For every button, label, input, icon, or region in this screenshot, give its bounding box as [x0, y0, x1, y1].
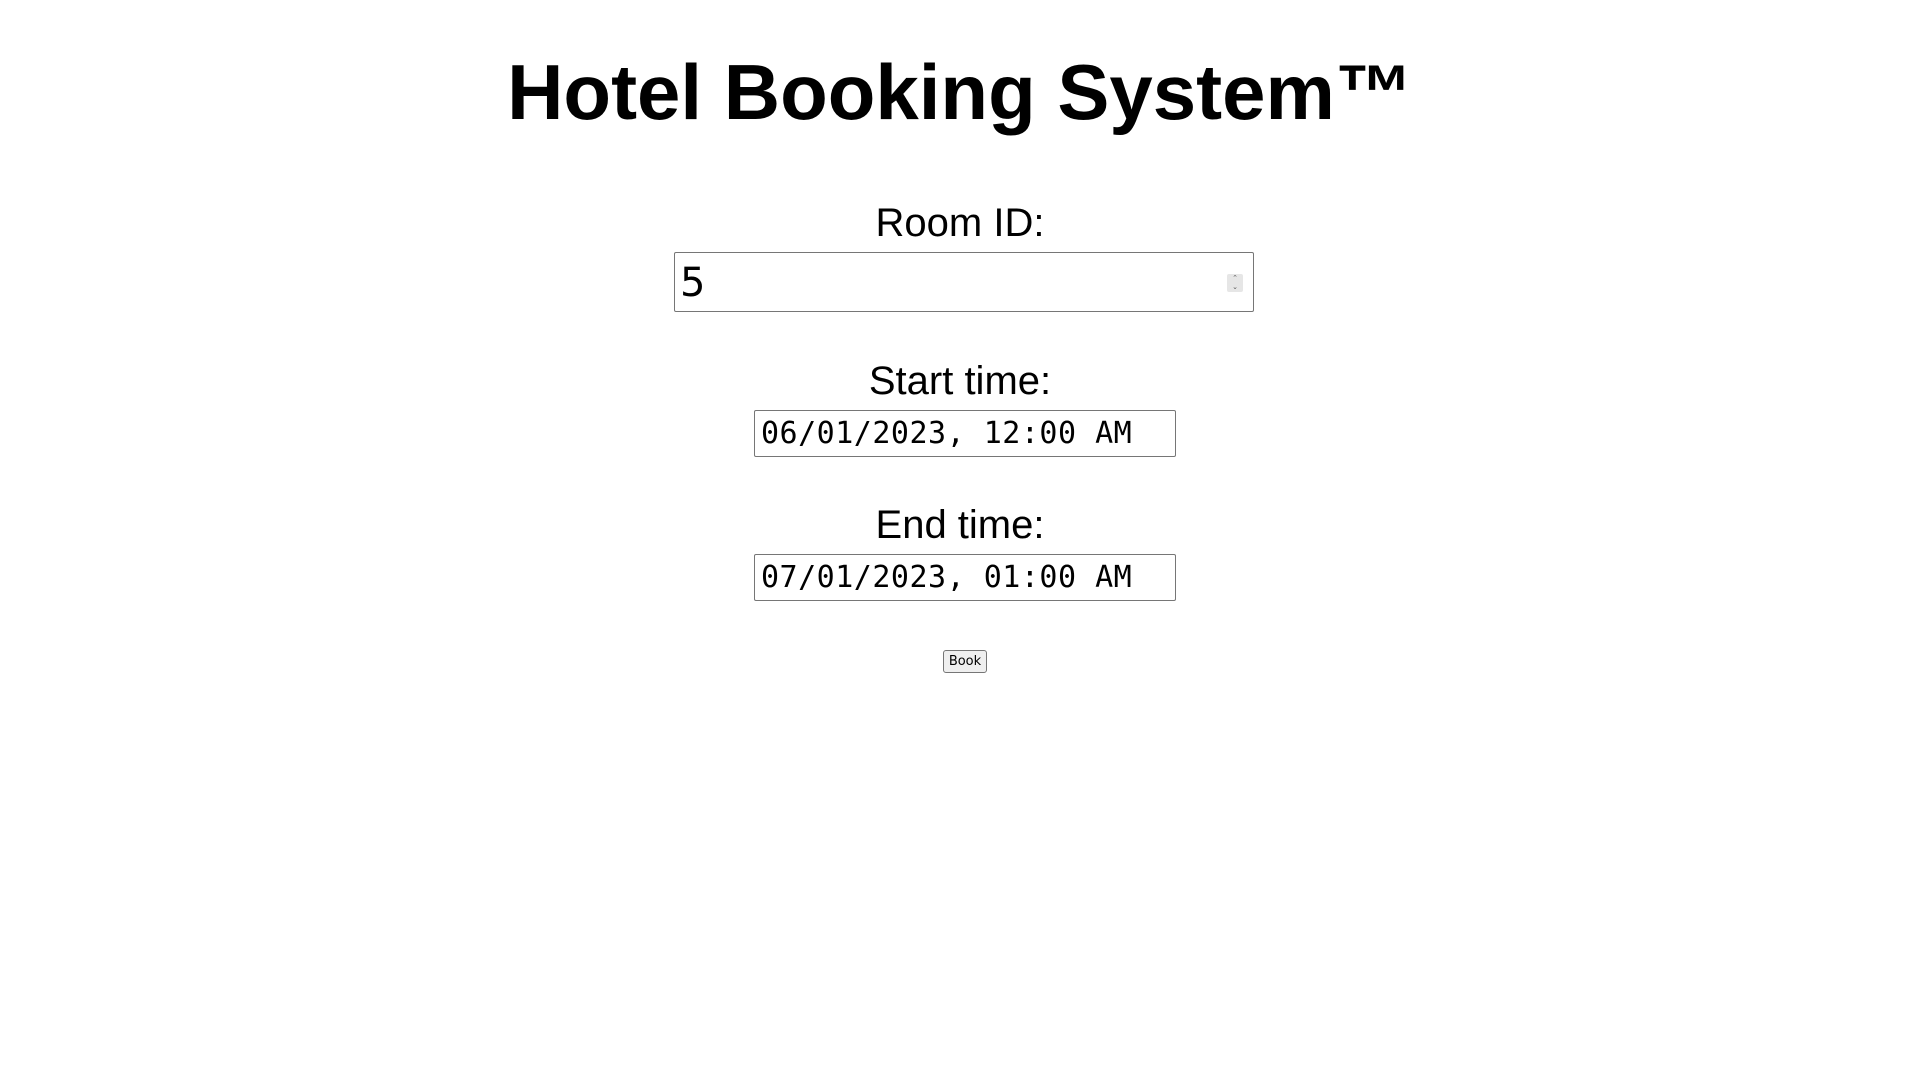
room-id-label: Room ID:	[875, 201, 1045, 245]
chevron-down-icon[interactable]: ⌄	[1227, 283, 1243, 292]
start-time-value: 06/01/2023, 12:00 AM	[761, 416, 1133, 451]
start-time-label: Start time:	[868, 359, 1052, 403]
booking-page: Hotel Booking System™ Room ID: 5 ⌃ ⌄ Sta…	[0, 0, 1920, 1080]
page-title: Hotel Booking System™	[507, 48, 1413, 136]
chevron-up-icon[interactable]: ⌃	[1227, 274, 1243, 283]
end-time-label: End time:	[875, 503, 1045, 547]
end-time-value: 07/01/2023, 01:00 AM	[761, 560, 1133, 595]
room-id-value: 5	[680, 260, 706, 306]
start-time-input[interactable]: 06/01/2023, 12:00 AM	[754, 410, 1176, 457]
end-time-input[interactable]: 07/01/2023, 01:00 AM	[754, 554, 1176, 601]
room-id-input[interactable]: 5 ⌃ ⌄	[674, 252, 1254, 312]
book-button[interactable]: Book	[943, 650, 987, 673]
room-id-spinner[interactable]: ⌃ ⌄	[1227, 274, 1243, 292]
